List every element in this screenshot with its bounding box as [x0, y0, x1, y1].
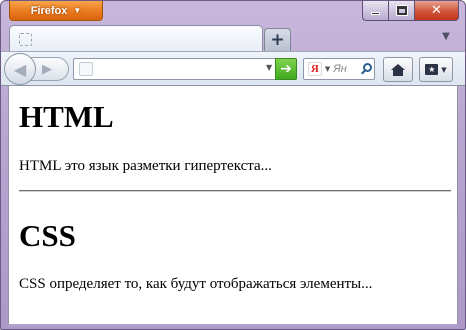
maximize-button[interactable]: [389, 1, 415, 21]
minimize-button[interactable]: [362, 1, 389, 21]
browser-window: Firefox ▼ ✕ + ▼ ◀ ▶ ▼ ➔ Я ▼ Ян ★ ▼ HTML …: [0, 0, 466, 330]
go-arrow-icon: ➔: [280, 61, 292, 77]
go-button[interactable]: ➔: [275, 58, 297, 80]
back-arrow-icon: ◀: [13, 59, 27, 79]
bookmarks-button[interactable]: ★ ▼: [419, 57, 453, 82]
new-tab-button[interactable]: +: [264, 28, 291, 51]
back-forward-group: ◀ ▶: [4, 53, 69, 85]
back-button[interactable]: ◀: [4, 53, 36, 85]
close-button[interactable]: ✕: [415, 1, 459, 21]
firefox-menu-button[interactable]: Firefox ▼: [9, 1, 103, 21]
tab-favicon-icon: [19, 33, 32, 46]
forward-button[interactable]: ▶: [42, 62, 52, 77]
search-engine-dropdown-icon[interactable]: ▼: [325, 65, 330, 73]
magnifier-icon[interactable]: [360, 62, 374, 76]
search-bar[interactable]: Я ▼: [303, 58, 375, 80]
window-controls: ✕: [362, 1, 459, 21]
url-input[interactable]: [100, 61, 260, 77]
search-input[interactable]: [333, 61, 360, 77]
yandex-icon[interactable]: Я: [308, 62, 322, 76]
close-icon: ✕: [431, 3, 442, 18]
home-icon: [391, 63, 405, 76]
tab-list-chevron-icon[interactable]: ▼: [439, 31, 453, 45]
forward-arrow-icon: ▶: [42, 61, 52, 77]
site-identity-icon[interactable]: [79, 62, 93, 76]
navigation-toolbar: ◀ ▶ ▼ ➔ Я ▼ ★: [1, 51, 465, 86]
window-bottom-border: [8, 324, 458, 329]
html-paragraph: HTML это язык разметки гипертекста...: [19, 158, 272, 174]
url-bar[interactable]: ▼ ➔: [73, 58, 297, 80]
html-heading: HTML: [19, 99, 114, 134]
bookmarks-icon: ★: [425, 64, 439, 75]
maximize-icon: [395, 5, 408, 16]
horizontal-rule: [19, 190, 451, 192]
css-paragraph: CSS определяет то, как будут отображатьс…: [19, 276, 373, 292]
bookmarks-dropdown-icon: ▼: [441, 65, 447, 74]
page-content: HTML HTML это язык разметки гипертекста.…: [8, 86, 458, 324]
url-dropdown-icon[interactable]: ▼: [266, 63, 272, 72]
firefox-menu-arrow-icon: ▼: [73, 6, 82, 15]
plus-icon: +: [270, 30, 285, 50]
firefox-menu-label: Firefox: [30, 4, 68, 17]
home-button[interactable]: [383, 57, 413, 82]
css-heading: CSS: [19, 218, 76, 253]
browser-tab[interactable]: [9, 25, 263, 52]
minimize-icon: [371, 12, 380, 15]
